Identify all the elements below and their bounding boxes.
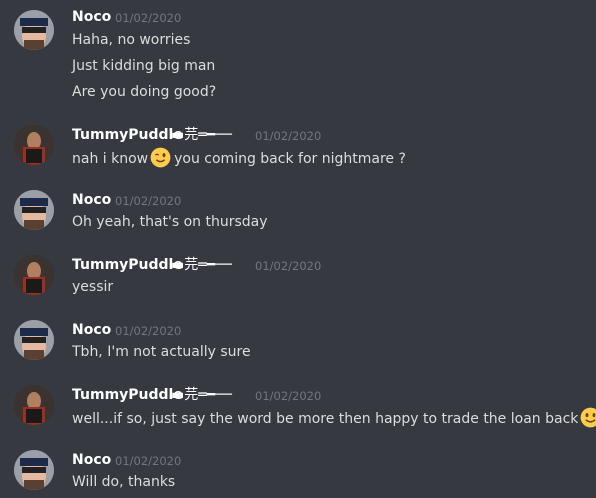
slight-smile-emoji-icon xyxy=(580,407,596,428)
message-text: Tbh, I'm not actually sure xyxy=(72,344,251,360)
message-text: Haha, no worries xyxy=(72,32,191,48)
avatar-noco[interactable] xyxy=(14,450,54,490)
timestamp: 01/02/2020 xyxy=(115,324,182,338)
message-text: Will do, thanks xyxy=(72,474,176,490)
timestamp: 01/02/2020 xyxy=(115,11,182,25)
author-name-decoration: ▬芫═━── xyxy=(171,257,232,273)
author-name[interactable]: Noco xyxy=(72,451,111,469)
avatar-tummypuddle[interactable] xyxy=(14,385,54,425)
timestamp: 01/02/2020 xyxy=(255,259,322,273)
author-name-decoration: ▬芫═━── xyxy=(171,387,232,403)
message-fragment: you coming back for nightmare ? xyxy=(174,151,406,167)
avatar-tummypuddle[interactable] xyxy=(14,255,54,295)
message-fragment: well...if so, just say the word be more … xyxy=(72,411,579,427)
message-text: Are you doing good? xyxy=(72,84,217,100)
message-text: well...if so, just say the word be more … xyxy=(72,407,596,429)
message-text: yessir xyxy=(72,279,114,295)
avatar-noco[interactable] xyxy=(14,320,54,360)
author-name[interactable]: Noco xyxy=(72,8,111,26)
message-text: Oh yeah, that's on thursday xyxy=(72,214,268,230)
wink-emoji-icon xyxy=(150,147,171,168)
author-name[interactable]: TummyPuddle xyxy=(72,256,183,274)
avatar-noco[interactable] xyxy=(14,190,54,230)
message-text: nah i know you coming back for nightmare … xyxy=(72,147,406,169)
timestamp: 01/02/2020 xyxy=(255,389,322,403)
avatar-tummypuddle[interactable] xyxy=(14,125,54,165)
avatar-noco[interactable] xyxy=(14,10,54,50)
author-name[interactable]: TummyPuddle xyxy=(72,386,183,404)
timestamp: 01/02/2020 xyxy=(115,454,182,468)
message-text: Just kidding big man xyxy=(72,58,216,74)
author-name[interactable]: Noco xyxy=(72,321,111,339)
author-name[interactable]: TummyPuddle xyxy=(72,126,183,144)
timestamp: 01/02/2020 xyxy=(115,194,182,208)
author-name-decoration: ▬芫═━── xyxy=(171,127,232,143)
timestamp: 01/02/2020 xyxy=(255,129,322,143)
author-name[interactable]: Noco xyxy=(72,191,111,209)
message-fragment: nah i know xyxy=(72,151,149,167)
